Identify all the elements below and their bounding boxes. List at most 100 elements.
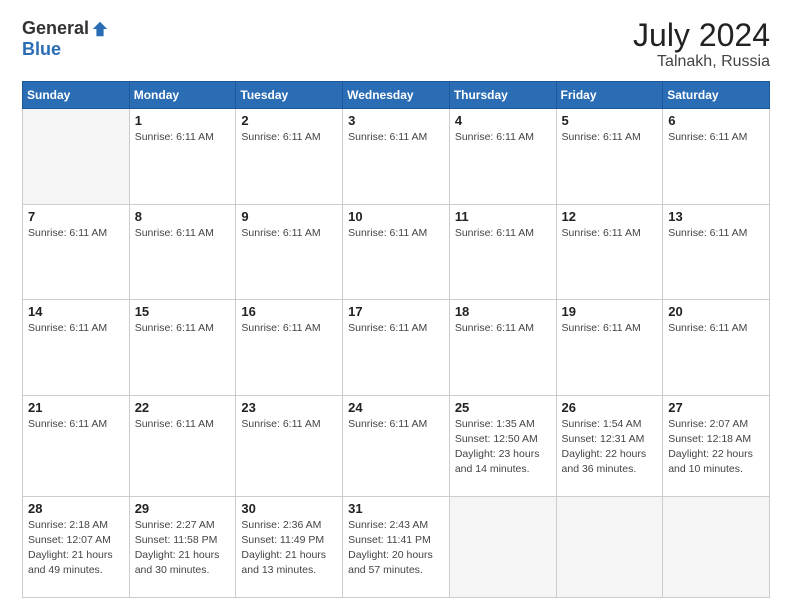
calendar-day: 30Sunrise: 2:36 AM Sunset: 11:49 PM Dayl… xyxy=(236,496,343,597)
day-number: 24 xyxy=(348,400,444,415)
header-tuesday: Tuesday xyxy=(236,82,343,109)
day-number: 18 xyxy=(455,304,551,319)
calendar-day: 4 Sunrise: 6:11 AM xyxy=(449,109,556,204)
day-info: Sunrise: 6:11 AM xyxy=(455,321,551,336)
day-number: 31 xyxy=(348,501,444,516)
day-info: Sunrise: 6:11 AM xyxy=(28,226,124,241)
day-info: Sunrise: 6:11 AM xyxy=(668,130,764,145)
day-info: Sunrise: 6:11 AM xyxy=(348,130,444,145)
location: Talnakh, Russia xyxy=(633,53,770,71)
logo-blue-text: Blue xyxy=(22,39,61,60)
calendar-day: 10 Sunrise: 6:11 AM xyxy=(343,204,450,299)
day-number: 12 xyxy=(562,209,658,224)
day-info: Sunrise: 6:11 AM xyxy=(135,226,231,241)
calendar-day: 23Sunrise: 6:11 AM xyxy=(236,395,343,496)
day-info: Sunrise: 2:07 AM Sunset: 12:18 AM Daylig… xyxy=(668,417,764,478)
day-info: Sunrise: 6:11 AM xyxy=(241,226,337,241)
day-number: 3 xyxy=(348,113,444,128)
calendar-day: 11Sunrise: 6:11 AM xyxy=(449,204,556,299)
calendar-week-5: 28 Sunrise: 2:18 AM Sunset: 12:07 AM Dayl… xyxy=(23,496,770,597)
page: General Blue July 2024 Talnakh, Russia S… xyxy=(0,0,792,612)
header-wednesday: Wednesday xyxy=(343,82,450,109)
day-info: Sunrise: 6:11 AM xyxy=(562,226,658,241)
calendar-table: Sunday Monday Tuesday Wednesday Thursday… xyxy=(22,81,770,598)
day-info: Sunrise: 6:11 AM xyxy=(135,321,231,336)
day-number: 11 xyxy=(455,209,551,224)
day-info: Sunrise: 6:11 AM xyxy=(241,130,337,145)
day-info: Sunrise: 6:11 AM xyxy=(348,417,444,432)
logo-icon xyxy=(91,20,109,38)
day-info: Sunrise: 6:11 AM xyxy=(135,130,231,145)
calendar-day: 22Sunrise: 6:11 AM xyxy=(129,395,236,496)
day-info: Sunrise: 6:11 AM xyxy=(348,226,444,241)
calendar-day: 28 Sunrise: 2:18 AM Sunset: 12:07 AM Dayl… xyxy=(23,496,130,597)
header-saturday: Saturday xyxy=(663,82,770,109)
day-number: 5 xyxy=(562,113,658,128)
calendar-day: 13Sunrise: 6:11 AM xyxy=(663,204,770,299)
calendar-week-4: 21Sunrise: 6:11 AM22Sunrise: 6:11 AM23Su… xyxy=(23,395,770,496)
header-thursday: Thursday xyxy=(449,82,556,109)
day-info: Sunrise: 6:11 AM xyxy=(562,130,658,145)
calendar-day: 18 Sunrise: 6:11 AM xyxy=(449,300,556,395)
day-info: Sunrise: 2:43 AM Sunset: 11:41 PM Daylig… xyxy=(348,518,444,579)
calendar-day: 6 Sunrise: 6:11 AM xyxy=(663,109,770,204)
header: General Blue July 2024 Talnakh, Russia xyxy=(22,18,770,71)
day-number: 4 xyxy=(455,113,551,128)
calendar-day: 20Sunrise: 6:11 AM xyxy=(663,300,770,395)
calendar-day: 9 Sunrise: 6:11 AM xyxy=(236,204,343,299)
header-monday: Monday xyxy=(129,82,236,109)
calendar-day: 2 Sunrise: 6:11 AM xyxy=(236,109,343,204)
day-number: 29 xyxy=(135,501,231,516)
day-number: 21 xyxy=(28,400,124,415)
calendar-day: 16Sunrise: 6:11 AM xyxy=(236,300,343,395)
day-info: Sunrise: 6:11 AM xyxy=(455,130,551,145)
day-info: Sunrise: 2:27 AM Sunset: 11:58 PM Daylig… xyxy=(135,518,231,579)
calendar-day: 21 Sunrise: 6:11 AM xyxy=(23,395,130,496)
calendar-day: 1 Sunrise: 6:11 AM xyxy=(129,109,236,204)
day-info: Sunrise: 6:11 AM xyxy=(28,417,124,432)
day-info: Sunrise: 6:11 AM xyxy=(135,417,231,432)
day-number: 6 xyxy=(668,113,764,128)
month-year: July 2024 xyxy=(633,18,770,53)
day-number: 13 xyxy=(668,209,764,224)
logo-general-text: General xyxy=(22,18,89,39)
calendar-day xyxy=(23,109,130,204)
day-info: Sunrise: 6:11 AM xyxy=(348,321,444,336)
day-number: 28 xyxy=(28,501,124,516)
calendar-week-1: 1 Sunrise: 6:11 AM 2 Sunrise: 6:11 AM 3 Sunri… xyxy=(23,109,770,204)
day-number: 2 xyxy=(241,113,337,128)
title-block: July 2024 Talnakh, Russia xyxy=(633,18,770,71)
day-number: 8 xyxy=(135,209,231,224)
day-number: 1 xyxy=(135,113,231,128)
calendar-week-3: 14Sunrise: 6:11 AM15Sunrise: 6:11 AM16Su… xyxy=(23,300,770,395)
day-number: 27 xyxy=(668,400,764,415)
day-number: 10 xyxy=(348,209,444,224)
header-friday: Friday xyxy=(556,82,663,109)
calendar-week-2: 7 Sunrise: 6:11 AM 8 Sunrise: 6:11 AM 9 Sunri… xyxy=(23,204,770,299)
calendar-day: 3 Sunrise: 6:11 AM xyxy=(343,109,450,204)
day-info: Sunrise: 6:11 AM xyxy=(668,321,764,336)
day-number: 25 xyxy=(455,400,551,415)
day-number: 16 xyxy=(241,304,337,319)
day-info: Sunrise: 1:35 AM Sunset: 12:50 AM Daylig… xyxy=(455,417,551,478)
day-number: 17 xyxy=(348,304,444,319)
day-info: Sunrise: 2:18 AM Sunset: 12:07 AM Daylig… xyxy=(28,518,124,579)
calendar-day: 24 Sunrise: 6:11 AM xyxy=(343,395,450,496)
calendar-day: 14Sunrise: 6:11 AM xyxy=(23,300,130,395)
calendar-day: 15Sunrise: 6:11 AM xyxy=(129,300,236,395)
day-info: Sunrise: 6:11 AM xyxy=(241,417,337,432)
calendar-day xyxy=(449,496,556,597)
calendar-day: 17 Sunrise: 6:11 AM xyxy=(343,300,450,395)
logo: General Blue xyxy=(22,18,109,60)
day-number: 7 xyxy=(28,209,124,224)
day-number: 9 xyxy=(241,209,337,224)
calendar-day: 26Sunrise: 1:54 AM Sunset: 12:31 AM Dayl… xyxy=(556,395,663,496)
day-number: 30 xyxy=(241,501,337,516)
day-info: Sunrise: 6:11 AM xyxy=(562,321,658,336)
calendar-day: 19Sunrise: 6:11 AM xyxy=(556,300,663,395)
header-sunday: Sunday xyxy=(23,82,130,109)
calendar-day: 25 Sunrise: 1:35 AM Sunset: 12:50 AM Dayl… xyxy=(449,395,556,496)
day-number: 26 xyxy=(562,400,658,415)
day-number: 14 xyxy=(28,304,124,319)
calendar-day: 12 Sunrise: 6:11 AM xyxy=(556,204,663,299)
